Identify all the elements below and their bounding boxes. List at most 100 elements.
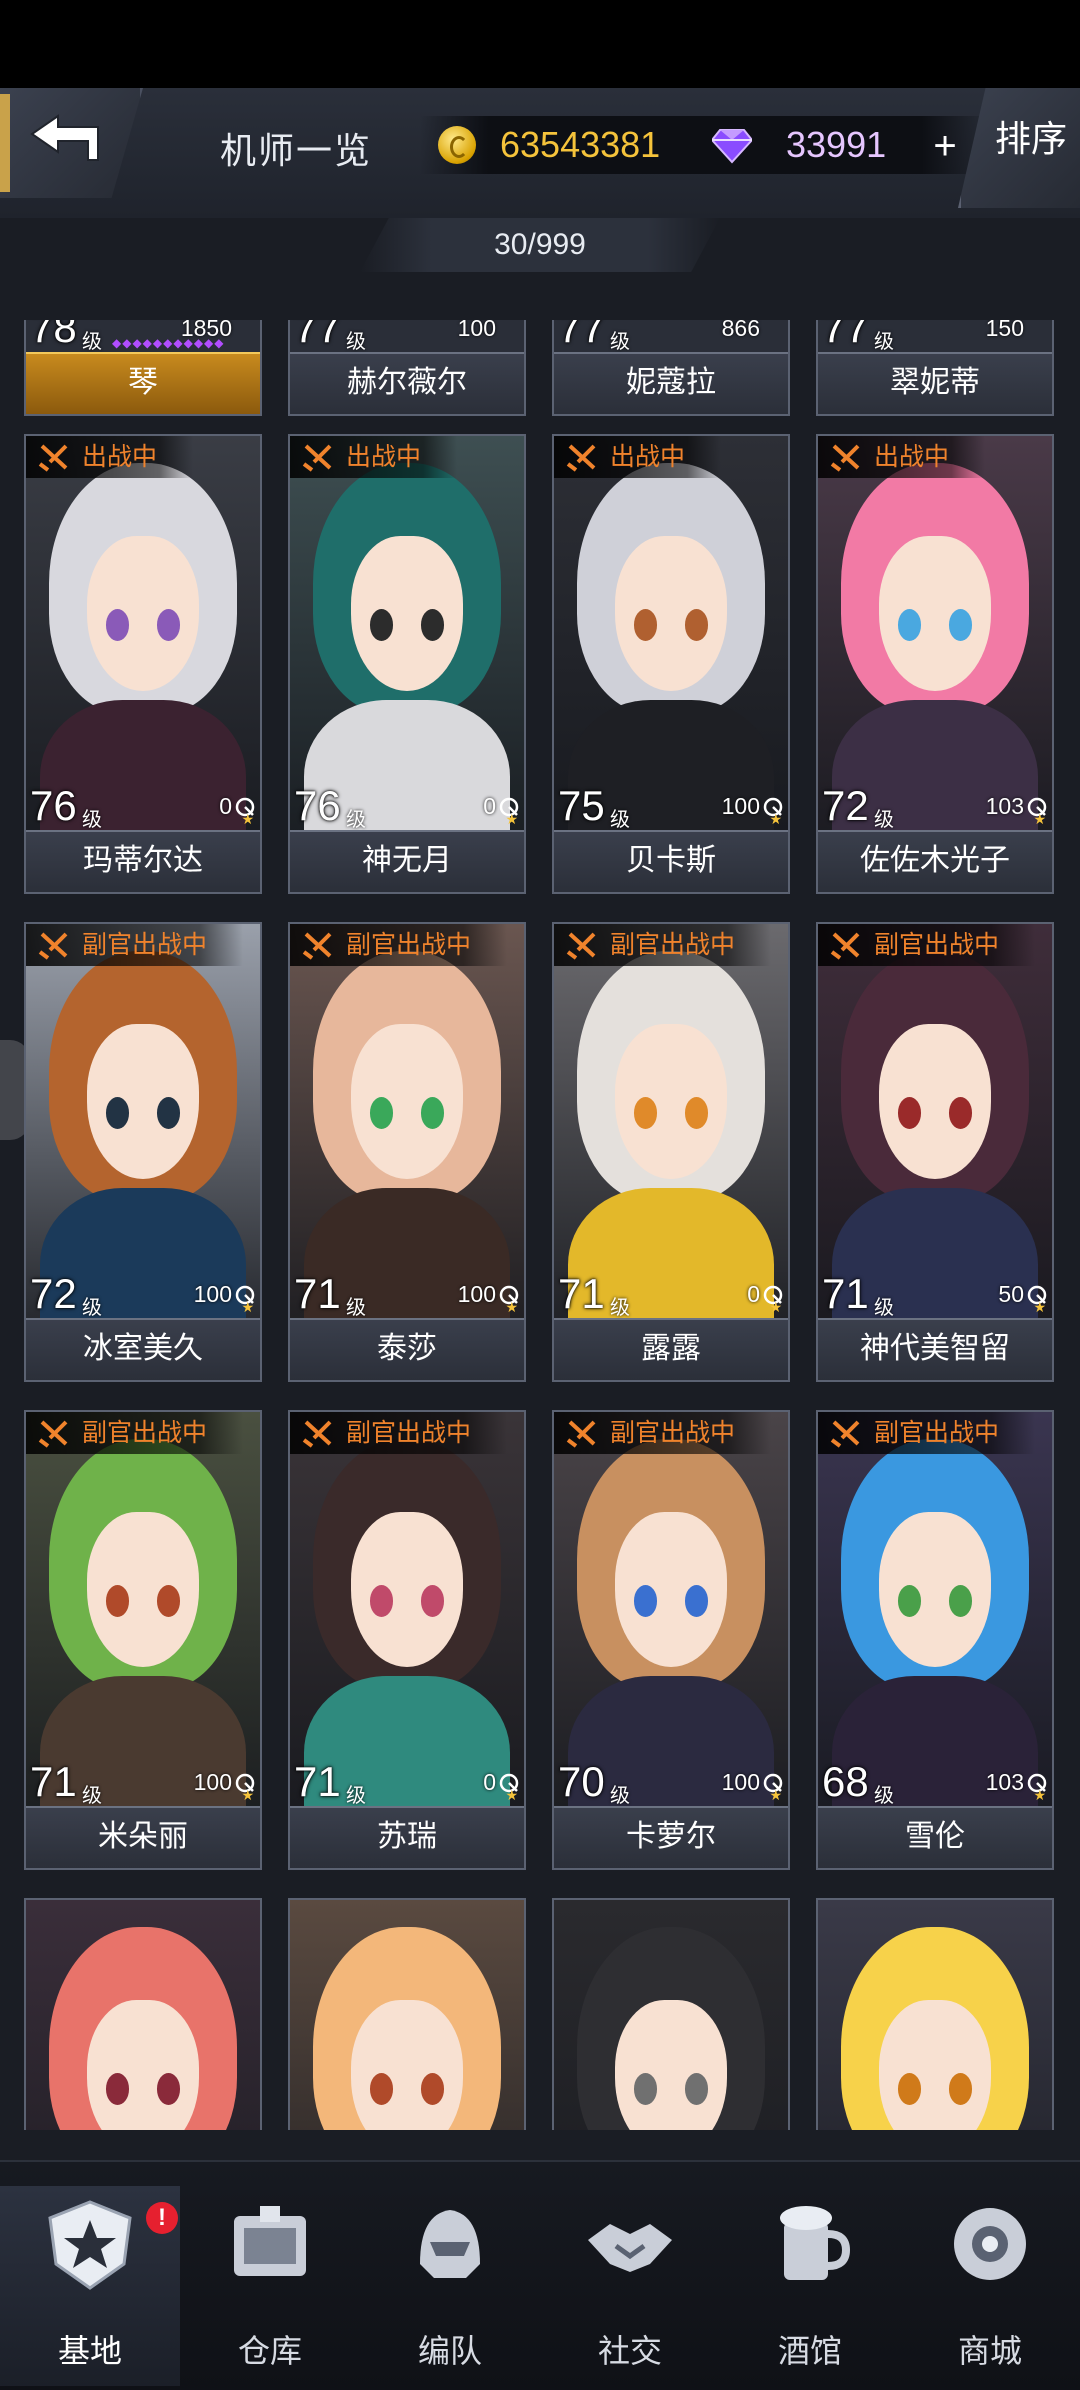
pilot-card[interactable]: [552, 1898, 790, 2130]
crossed-swords-icon: [566, 444, 596, 472]
pilot-card[interactable]: 77 级 150 翠妮蒂: [816, 320, 1054, 416]
star-icon: ★: [241, 811, 254, 827]
pilot-card[interactable]: 副官出战中 71 级 0 ★ 露露: [552, 922, 790, 1382]
deploy-status-tag: 出战中: [26, 436, 194, 478]
pilot-card[interactable]: 副官出战中 71 级 100 ★ 米朵丽: [24, 1410, 262, 1870]
deploy-status-tag: 出战中: [554, 436, 722, 478]
sort-button[interactable]: 排序: [958, 88, 1080, 208]
affection-value: 0: [483, 1769, 496, 1795]
deploy-status-label: 副官出战中: [346, 931, 472, 959]
pilot-card[interactable]: 副官出战中 71 级 100 ★ 泰莎: [288, 922, 526, 1382]
level-unit: 级: [610, 1785, 630, 1807]
nav-item-1[interactable]: 仓库: [180, 2186, 360, 2386]
add-diamond-button[interactable]: +: [915, 124, 975, 168]
level-number: 72: [30, 1270, 77, 1317]
deploy-status-tag: 副官出战中: [26, 1412, 244, 1454]
deploy-status-label: 副官出战中: [610, 1419, 736, 1447]
affection-value: 100: [193, 1769, 232, 1795]
pilot-name: 玛蒂尔达: [26, 830, 260, 892]
level-number: 77: [294, 320, 341, 351]
nav-item-4[interactable]: 酒馆: [720, 2186, 900, 2386]
pilot-card[interactable]: [24, 1898, 262, 2130]
nav-item-0[interactable]: 基地!: [0, 2186, 180, 2386]
deploy-status-tag: 副官出战中: [26, 924, 244, 966]
crossed-swords-icon: [38, 932, 68, 960]
pilot-name: 苏瑞: [290, 1806, 524, 1868]
pilot-name: 贝卡斯: [554, 830, 788, 892]
crossed-swords-icon: [830, 1420, 860, 1448]
deploy-status-tag: 副官出战中: [818, 924, 1036, 966]
star-icon: ★: [241, 1787, 254, 1803]
page-title: 机师一览: [220, 130, 373, 171]
pilot-card[interactable]: 副官出战中 71 级 0 ★ 苏瑞: [288, 1410, 526, 1870]
pilot-count: 30/999: [494, 228, 586, 261]
pilot-card[interactable]: 出战中 75 级 100 ★ 贝卡斯: [552, 434, 790, 894]
level-number: 71: [822, 1270, 869, 1317]
deploy-status-tag: 副官出战中: [554, 1412, 772, 1454]
pilot-card[interactable]: 副官出战中 71 级 50 ★ 神代美智留: [816, 922, 1054, 1382]
back-button[interactable]: [0, 88, 143, 198]
pilot-name: 神无月: [290, 830, 524, 892]
affection-value: 100: [457, 320, 496, 341]
pilot-card[interactable]: 出战中 76 级 0 ★ 神无月: [288, 434, 526, 894]
header-bar: 机师一览 63543381 33991 + 排序: [0, 88, 1080, 218]
pilot-card[interactable]: 副官出战中 72 级 100 ★ 冰室美久: [24, 922, 262, 1382]
affection-value: 0: [483, 793, 496, 819]
level-unit: 级: [346, 1297, 366, 1319]
deploy-status-label: 副官出战中: [874, 931, 1000, 959]
handshake-icon: [580, 2194, 680, 2294]
star-icon: ★: [505, 1787, 518, 1803]
tavern-mug-icon: [760, 2194, 860, 2294]
deploy-status-label: 副官出战中: [346, 1419, 472, 1447]
nav-item-3[interactable]: 社交: [540, 2186, 720, 2386]
level-unit: 级: [610, 1297, 630, 1319]
deploy-status-label: 副官出战中: [82, 1419, 208, 1447]
pilot-card[interactable]: 78 级 ◆◆◆◆◆◆◆◆◆◆◆ 1850 琴: [24, 320, 262, 416]
pilot-card[interactable]: [816, 1898, 1054, 2130]
level-number: 72: [822, 782, 869, 829]
pilot-name: 神代美智留: [818, 1318, 1052, 1380]
pilot-name: 米朵丽: [26, 1806, 260, 1868]
pilot-card[interactable]: 出战中 72 级 103 ★ 佐佐木光子: [816, 434, 1054, 894]
affection-value: 103: [985, 1769, 1024, 1795]
deploy-status-label: 副官出战中: [874, 1419, 1000, 1447]
level-unit: 级: [610, 809, 630, 831]
level-number: 78: [30, 320, 77, 351]
level-number: 70: [558, 1758, 605, 1805]
affection-value: 866: [721, 320, 760, 341]
crossed-swords-icon: [830, 444, 860, 472]
deploy-status-tag: 副官出战中: [290, 924, 508, 966]
pilot-portrait: [818, 1900, 1052, 2130]
level-number: 77: [558, 320, 605, 351]
nav-item-label: 基地: [57, 2333, 122, 2369]
status-bar: [0, 0, 1080, 88]
deploy-status-label: 出战中: [874, 443, 950, 471]
star-icon: ★: [241, 1299, 254, 1315]
pilot-card[interactable]: 副官出战中 70 级 100 ★ 卡萝尔: [552, 1410, 790, 1870]
nav-item-label: 仓库: [237, 2333, 302, 2369]
affection-value: 1850: [180, 320, 232, 341]
star-icon: ★: [1033, 811, 1046, 827]
pilot-name: 冰室美久: [26, 1318, 260, 1380]
pilot-card[interactable]: [288, 1898, 526, 2130]
pilot-card[interactable]: 出战中 76 级 0 ★ 玛蒂尔达: [24, 434, 262, 894]
affection-value: 50: [998, 1281, 1024, 1307]
deploy-status-label: 出战中: [346, 443, 422, 471]
crossed-swords-icon: [830, 932, 860, 960]
pilot-card[interactable]: 77 级 866 妮蔻拉: [552, 320, 790, 416]
level-unit: 级: [82, 1297, 102, 1319]
crossed-swords-icon: [566, 1420, 596, 1448]
pilot-card[interactable]: 副官出战中 68 级 103 ★ 雪伦: [816, 1410, 1054, 1870]
nav-item-2[interactable]: 编队: [360, 2186, 540, 2386]
star-icon: ★: [769, 1299, 782, 1315]
pilot-card[interactable]: 77 级 100 赫尔薇尔: [288, 320, 526, 416]
level-unit: 级: [82, 809, 102, 831]
partial-card-row: 78 级 ◆◆◆◆◆◆◆◆◆◆◆ 1850 琴 77 级 100 赫尔薇尔 77…: [0, 320, 1080, 416]
deploy-status-tag: 副官出战中: [290, 1412, 508, 1454]
affection-value: 100: [457, 1281, 496, 1307]
level-unit: 级: [874, 331, 894, 353]
affection-value: 0: [219, 793, 232, 819]
star-icon: ★: [769, 1787, 782, 1803]
nav-item-5[interactable]: 商城: [900, 2186, 1080, 2386]
pilot-name: 翠妮蒂: [818, 352, 1052, 414]
